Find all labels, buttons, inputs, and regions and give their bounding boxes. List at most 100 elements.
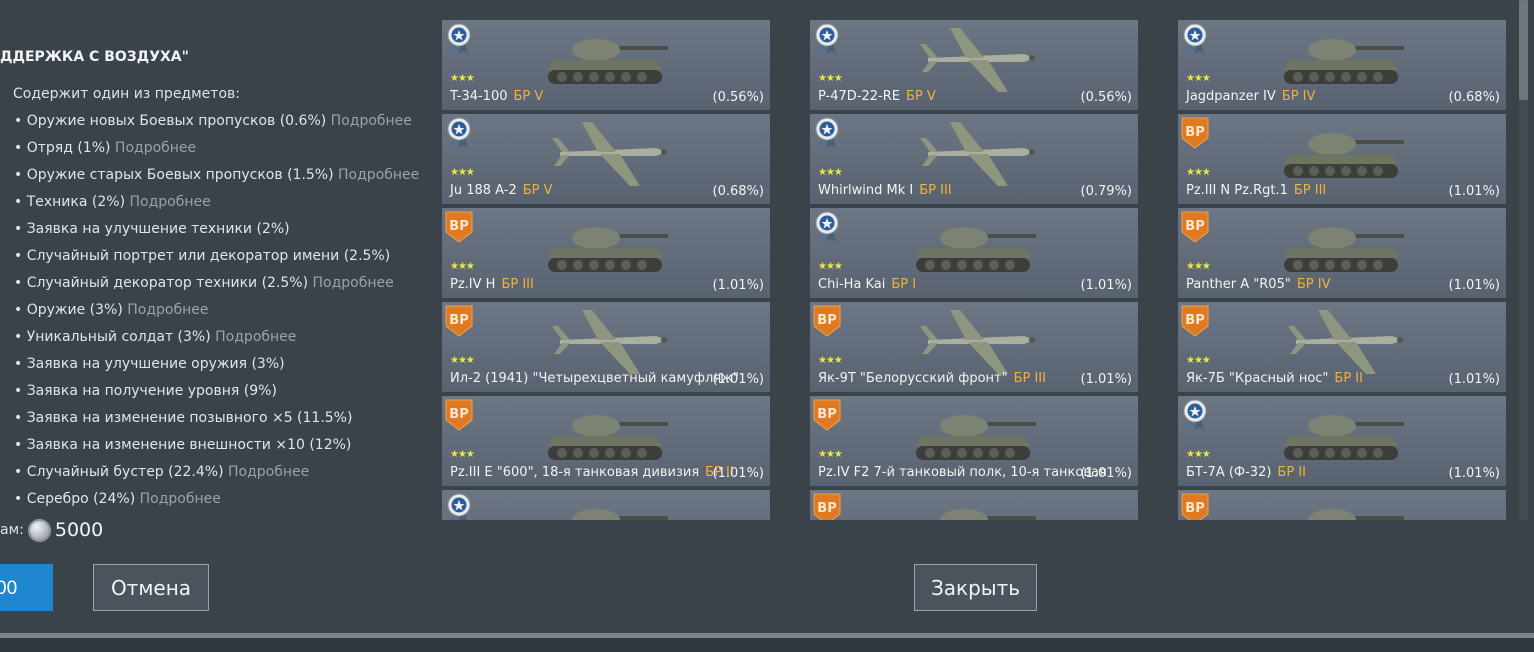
rating-stars: ★★★ xyxy=(450,73,475,84)
list-item: • Уникальный солдат (3%) Подробнее xyxy=(14,329,419,356)
vehicle-name: Ju 188 A-2 xyxy=(450,183,517,198)
rating-stars: ★★★ xyxy=(450,449,475,460)
item-text: • Уникальный солдат (3%) xyxy=(14,329,211,345)
battle-pass-badge-icon: BP xyxy=(1180,492,1210,520)
vehicle-name-row: Ил-2 (1941) "Четырехцветный камуфляж" xyxy=(450,371,739,386)
battle-rating: БР III xyxy=(1293,183,1327,198)
medal-badge-icon xyxy=(1180,398,1210,431)
item-text: • Заявка на изменение позывного ×5 (11.5… xyxy=(14,410,353,426)
scrollbar-thumb[interactable] xyxy=(1519,0,1528,100)
list-item: • Отряд (1%) Подробнее xyxy=(14,140,419,167)
cost-value: 5000 xyxy=(54,519,104,541)
reward-card[interactable]: BP xyxy=(1178,490,1506,520)
tank-image xyxy=(906,400,1046,472)
vehicle-name-row: Panther A "R05" БР IV xyxy=(1186,277,1330,292)
battle-pass-badge-icon: BP xyxy=(1180,304,1210,337)
tank-image xyxy=(1274,118,1414,190)
tank-image xyxy=(538,400,678,472)
tank-image xyxy=(538,212,678,284)
buy-button[interactable]: 00 xyxy=(0,564,53,611)
battle-rating: БР III xyxy=(1013,371,1046,386)
reward-card[interactable]: BP ★★★ Ил-2 (1941) "Четырехцветный камуфля… xyxy=(442,302,770,392)
vehicle-name: Як-7Б "Красный нос" xyxy=(1186,371,1329,386)
details-link[interactable]: Подробнее xyxy=(127,302,208,318)
details-link[interactable]: Подробнее xyxy=(228,464,309,480)
reward-card[interactable]: BP ★★★ Pz.IV H БР III (1.01%) xyxy=(442,208,770,298)
reward-card[interactable]: ★★★ T-34-100 БР V (0.56%) xyxy=(442,20,770,110)
reward-card[interactable]: ★★★ Whirlwind Mk I БР III (0.79%) xyxy=(810,114,1138,204)
details-link[interactable]: Подробнее xyxy=(140,491,221,507)
list-item: • Заявка на изменение внешности ×10 (12%… xyxy=(14,437,419,464)
rating-stars: ★★★ xyxy=(1186,261,1211,272)
drop-chance: (1.01%) xyxy=(1448,278,1500,293)
reward-card[interactable]: ★★★ Chi-Ha Kai БР I (1.01%) xyxy=(810,208,1138,298)
item-text: • Оружие новых Боевых пропусков (0.6%) xyxy=(14,113,327,129)
item-text: • Оружие (3%) xyxy=(14,302,123,318)
svg-text:BP: BP xyxy=(1185,125,1204,140)
reward-card[interactable]: ★★★ Jagdpanzer IV БР IV (0.68%) xyxy=(1178,20,1506,110)
medal-badge-icon xyxy=(444,492,474,520)
details-link[interactable]: Подробнее xyxy=(338,167,419,183)
battle-rating: БР IV xyxy=(1296,277,1331,292)
reward-card[interactable]: BP ★★★ Pz.III E "600", 18-я танковая дивиз… xyxy=(442,396,770,486)
aircraft-image xyxy=(538,118,678,190)
details-link[interactable]: Подробнее xyxy=(215,329,296,345)
item-text: • Техника (2%) xyxy=(14,194,126,210)
list-item: • Оружие новых Боевых пропусков (0.6%) П… xyxy=(14,113,419,140)
details-link[interactable]: Подробнее xyxy=(331,113,412,129)
reward-card[interactable]: ★★★ P-47D-22-RE БР V (0.56%) xyxy=(810,20,1138,110)
vehicle-name: Chi-Ha Kai xyxy=(818,277,886,292)
cancel-button[interactable]: Отмена xyxy=(93,564,209,611)
close-button[interactable]: Закрыть xyxy=(914,564,1037,611)
list-item: • Заявка на улучшение техники (2%) xyxy=(14,221,419,248)
reward-card[interactable]: BP ★★★ Як-9Т "Белорусский фронт" БР III (1.0… xyxy=(810,302,1138,392)
reward-card[interactable]: BP ★★★ Panther A "R05" БР IV (1.01%) xyxy=(1178,208,1506,298)
vehicle-name-row: Pz.IV H БР III xyxy=(450,277,534,292)
svg-text:BP: BP xyxy=(449,313,468,328)
battle-rating: БР III xyxy=(919,183,952,198)
reward-card[interactable]: BP ★★★ Pz.III N Pz.Rgt.1 БР III (1.01%) xyxy=(1178,114,1506,204)
drop-chance: (0.56%) xyxy=(712,90,764,105)
reward-card[interactable] xyxy=(442,490,770,520)
item-text: • Заявка на улучшение оружия (3%) xyxy=(14,356,285,372)
details-link[interactable]: Подробнее xyxy=(313,275,394,291)
details-link[interactable]: Подробнее xyxy=(115,140,196,156)
reward-card[interactable]: ★★★ БТ-7А (Ф-32) БР II (1.01%) xyxy=(1178,396,1506,486)
cost-row: ам: 5000 xyxy=(0,517,103,543)
vehicle-name-row: Як-9Т "Белорусский фронт" БР III xyxy=(818,371,1046,386)
list-item: • Случайный бустер (22.4%) Подробнее xyxy=(14,464,419,491)
battle-rating: БР V xyxy=(513,89,544,104)
item-text: • Случайный бустер (22.4%) xyxy=(14,464,224,480)
list-item: • Случайный портрет или декоратор имени … xyxy=(14,248,419,275)
details-link[interactable]: Подробнее xyxy=(129,194,210,210)
battle-rating: БР IV xyxy=(1281,89,1316,104)
reward-card[interactable]: BP ★★★ Pz.IV F2 7-й танковый полк, 10-я та… xyxy=(810,396,1138,486)
silver-coin-icon xyxy=(27,518,51,542)
svg-text:BP: BP xyxy=(449,219,468,234)
battle-pass-badge-icon: BP xyxy=(812,398,842,431)
reward-card[interactable]: BP xyxy=(810,490,1138,520)
reward-card[interactable]: ★★★ Ju 188 A-2 БР V (0.68%) xyxy=(442,114,770,204)
vehicle-name-row: Ju 188 A-2 БР V xyxy=(450,183,553,198)
battle-pass-badge-icon: BP xyxy=(812,492,842,520)
item-text: • Серебро (24%) xyxy=(14,491,136,507)
rating-stars: ★★★ xyxy=(1186,73,1211,84)
vehicle-name-row: БТ-7А (Ф-32) БР II xyxy=(1186,465,1306,480)
drop-chance: (1.01%) xyxy=(1080,372,1132,387)
vehicle-name-row: T-34-100 БР V xyxy=(450,89,543,104)
svg-text:BP: BP xyxy=(1185,501,1204,516)
list-item: • Оружие (3%) Подробнее xyxy=(14,302,419,329)
svg-text:BP: BP xyxy=(817,313,836,328)
drop-chance: (1.01%) xyxy=(712,372,764,387)
tank-image xyxy=(906,212,1046,284)
vehicle-name-row: Jagdpanzer IV БР IV xyxy=(1186,89,1315,104)
list-item: • Заявка на улучшение оружия (3%) xyxy=(14,356,419,383)
vehicle-name: Whirlwind Mk I xyxy=(818,183,914,198)
reward-card[interactable]: BP ★★★ Як-7Б "Красный нос" БР II (1.01%) xyxy=(1178,302,1506,392)
svg-text:BP: BP xyxy=(1185,313,1204,328)
list-item: • Оружие старых Боевых пропусков (1.5%) … xyxy=(14,167,419,194)
list-item: • Заявка на получение уровня (9%) xyxy=(14,383,419,410)
vehicle-name-row: Chi-Ha Kai БР I xyxy=(818,277,916,292)
tank-image xyxy=(1274,212,1414,284)
vehicle-name: T-34-100 xyxy=(450,89,508,104)
